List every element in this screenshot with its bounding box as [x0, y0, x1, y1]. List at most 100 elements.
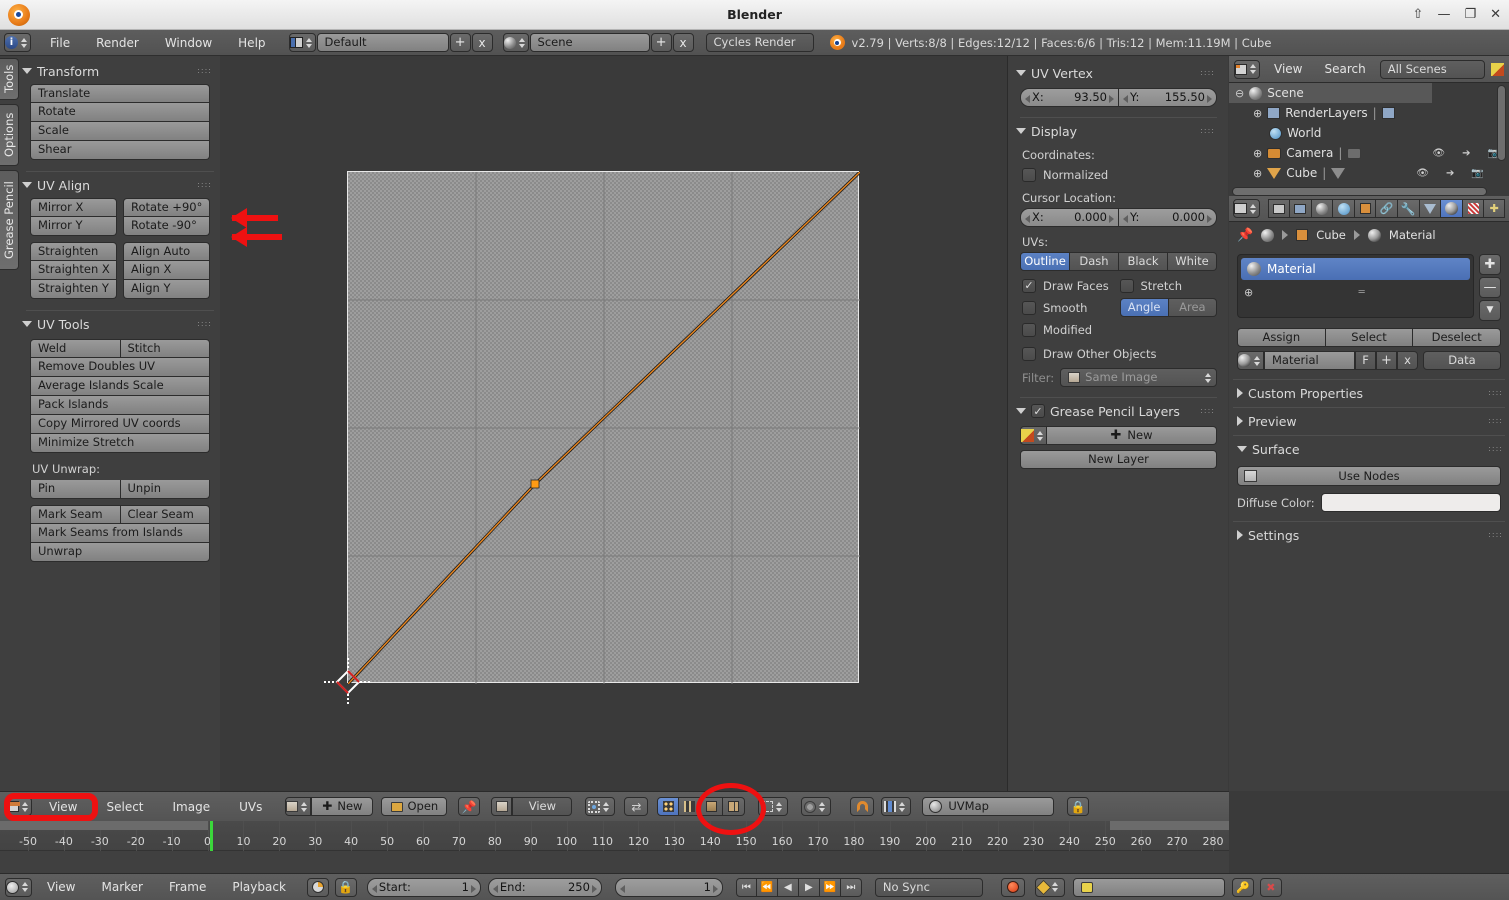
material-name-field[interactable]: Material: [1264, 351, 1355, 370]
button-clear-seam[interactable]: Clear Seam: [120, 505, 210, 524]
current-frame-field[interactable]: 1: [614, 877, 723, 897]
tab-render-icon[interactable]: [1267, 199, 1290, 218]
normalized-checkbox[interactable]: [1022, 167, 1036, 182]
material-specials-menu-button[interactable]: ▼: [1479, 300, 1501, 321]
uv-draw-mode-white[interactable]: White: [1168, 252, 1217, 271]
stretch-checkbox[interactable]: [1119, 278, 1134, 293]
jump-to-start-icon[interactable]: ⏮: [735, 877, 757, 897]
outliner-row-camera[interactable]: ⊕ Camera | 👁 ➔ 📷: [1229, 143, 1509, 163]
restrict-select-icon[interactable]: ➔: [1462, 148, 1470, 159]
proportional-edit-icon[interactable]: [801, 797, 832, 816]
record-icon[interactable]: [1000, 877, 1025, 897]
button-shear[interactable]: Shear: [30, 141, 210, 160]
outliner-display-mode-selector[interactable]: All Scenes: [1379, 59, 1485, 79]
uv-island-select-icon[interactable]: [723, 797, 746, 816]
panel-header-uv-align[interactable]: UV Align ::::: [22, 176, 218, 194]
image-view-mode-selector[interactable]: View: [512, 797, 573, 816]
uv-draw-mode-black[interactable]: Black: [1119, 252, 1168, 271]
screen-layout-icon[interactable]: [288, 33, 316, 52]
outliner-row-renderlayers[interactable]: ⊕ RenderLayers |: [1229, 103, 1509, 123]
tab-constraints-icon[interactable]: 🔗: [1375, 199, 1398, 218]
button-pack-islands[interactable]: Pack Islands: [30, 396, 210, 415]
properties-editor-type-icon[interactable]: [1233, 199, 1260, 218]
outliner-menu-search[interactable]: Search: [1316, 57, 1373, 81]
tab-options[interactable]: Options: [0, 104, 19, 166]
grease-pencil-enable-checkbox[interactable]: ✓: [1031, 404, 1045, 418]
unlink-material-button[interactable]: x: [1397, 351, 1418, 370]
uv-menu-uvs[interactable]: UVs: [227, 795, 274, 819]
start-frame-field[interactable]: Start: 1: [366, 877, 481, 897]
uv-menu-view[interactable]: View: [37, 795, 89, 819]
assign-button[interactable]: Assign: [1237, 328, 1326, 347]
snap-magnet-icon[interactable]: [850, 797, 875, 816]
tab-texture-icon[interactable]: [1461, 199, 1484, 218]
button-align-x[interactable]: Align X: [123, 261, 210, 280]
maximize-icon[interactable]: ❐: [1464, 7, 1476, 22]
uv-vertex-y-field[interactable]: Y: 155.50: [1118, 88, 1217, 107]
end-frame-field[interactable]: End: 250: [487, 877, 602, 897]
use-nodes-button[interactable]: Use Nodes: [1237, 466, 1501, 486]
renderlayers-data-icon[interactable]: [1381, 107, 1395, 119]
timeline-scroll-track-right[interactable]: [1110, 821, 1229, 830]
cursor-y-field[interactable]: Y: 0.000: [1118, 208, 1217, 227]
menu-window[interactable]: Window: [152, 30, 225, 56]
add-scene-button[interactable]: +: [650, 33, 672, 52]
panel-header-grease-pencil-layers[interactable]: ✓ Grease Pencil Layers ::::: [1016, 402, 1221, 420]
expand-plus-icon[interactable]: ⊕: [1253, 167, 1262, 180]
button-pin[interactable]: Pin: [30, 480, 121, 499]
filter-selector[interactable]: Same Image: [1060, 368, 1217, 387]
expand-plus-icon[interactable]: ⊕: [1253, 147, 1262, 160]
lock-time-icon[interactable]: 🔒: [334, 877, 357, 897]
uv-menu-image[interactable]: Image: [161, 795, 223, 819]
stretch-mode-angle[interactable]: Angle: [1119, 298, 1169, 317]
delete-scene-button[interactable]: x: [672, 33, 694, 52]
restrict-render-icon[interactable]: 📷: [1471, 168, 1483, 179]
play-icon[interactable]: ▶: [798, 877, 820, 897]
uv-editor-type-icon[interactable]: [5, 797, 32, 816]
button-average-islands-scale[interactable]: Average Islands Scale: [30, 377, 210, 396]
jump-to-prev-keyframe-icon[interactable]: ⏪: [756, 877, 778, 897]
uv-vertex-x-field[interactable]: X: 93.50: [1020, 88, 1118, 107]
render-engine-selector[interactable]: Cycles Render: [705, 33, 814, 52]
delete-keyframe-icon[interactable]: ✖: [1259, 877, 1282, 897]
info-editor-type-icon[interactable]: i: [4, 33, 31, 52]
button-straighten-x[interactable]: Straighten X: [30, 261, 117, 280]
new-grease-pencil-button[interactable]: ✚ New: [1047, 426, 1217, 445]
smooth-checkbox[interactable]: [1022, 300, 1036, 315]
mesh-data-icon[interactable]: [1331, 167, 1346, 179]
screen-layout-field[interactable]: Default: [316, 33, 449, 52]
deselect-button[interactable]: Deselect: [1413, 328, 1502, 347]
scene-datablock-icon[interactable]: [502, 33, 529, 52]
modified-checkbox[interactable]: [1022, 322, 1036, 337]
restore-up-icon[interactable]: ⇧: [1413, 7, 1424, 22]
sync-mode-selector[interactable]: No Sync: [874, 877, 983, 897]
button-rotate-plus-90[interactable]: Rotate +90°: [123, 198, 210, 217]
outliner-menu-view[interactable]: View: [1266, 57, 1310, 81]
restrict-view-icon[interactable]: 👁: [1416, 168, 1429, 179]
uv-image-area[interactable]: [324, 171, 860, 706]
tab-grease-pencil[interactable]: Grease Pencil: [0, 170, 19, 270]
camera-data-icon[interactable]: [1347, 147, 1362, 159]
outliner-vertical-scrollbar[interactable]: [1497, 85, 1506, 161]
outliner-row-world[interactable]: World: [1229, 123, 1509, 143]
button-rotate-minus-90[interactable]: Rotate -90°: [123, 217, 210, 236]
scene-field[interactable]: Scene: [529, 33, 650, 52]
tab-world-icon[interactable]: [1332, 199, 1354, 218]
button-copy-mirrored-uv-coords[interactable]: Copy Mirrored UV coords: [30, 415, 210, 434]
draw-faces-checkbox[interactable]: ✓: [1022, 278, 1036, 293]
list-grip-icon[interactable]: ═: [1359, 287, 1365, 297]
button-weld[interactable]: Weld: [30, 339, 121, 358]
open-image-button[interactable]: Open: [381, 797, 448, 816]
button-stitch[interactable]: Stitch: [120, 339, 210, 358]
outliner-editor-type-icon[interactable]: [1234, 59, 1260, 79]
stretch-mode-area[interactable]: Area: [1168, 298, 1217, 317]
minimize-icon[interactable]: —: [1437, 7, 1450, 22]
tab-scene-icon[interactable]: [1310, 199, 1333, 218]
outliner-row-scene[interactable]: ⊖ Scene: [1229, 83, 1432, 103]
keying-set-icon[interactable]: [1034, 877, 1065, 897]
breadcrumb-object[interactable]: Cube: [1316, 228, 1346, 242]
delete-screen-layout-button[interactable]: x: [471, 33, 493, 52]
button-unwrap[interactable]: Unwrap: [30, 543, 210, 562]
uvmap-name-field[interactable]: UVMap: [922, 797, 1055, 816]
menu-file[interactable]: File: [37, 30, 83, 56]
